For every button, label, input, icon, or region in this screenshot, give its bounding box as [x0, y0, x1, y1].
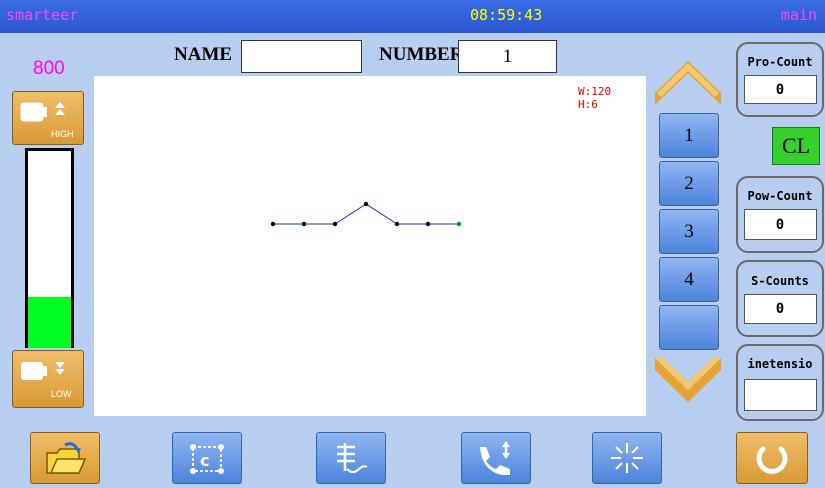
speed-up-icon: HIGH: [20, 102, 74, 139]
number-field[interactable]: 1: [458, 40, 557, 73]
stitch-point: [301, 221, 307, 227]
number-button-5[interactable]: [659, 305, 719, 350]
stitch-point: [363, 201, 369, 207]
tension-group: inetensio: [736, 344, 824, 421]
open-file-button[interactable]: [30, 432, 100, 484]
speed-gauge: [25, 148, 74, 348]
s-counts-title: S-Counts: [751, 274, 809, 288]
stitch-point: [425, 221, 431, 227]
speed-down-icon: LOW: [21, 362, 72, 399]
pro-count-title: Pro-Count: [747, 55, 813, 69]
sewing-icon: [480, 441, 510, 475]
svg-text:c: c: [200, 451, 209, 470]
pow-count-value: 0: [743, 209, 817, 240]
tension-value[interactable]: [743, 379, 817, 411]
speed-up-button[interactable]: HIGH: [12, 91, 84, 145]
pro-count-group: Pro-Count 0: [736, 42, 824, 117]
sewing-button[interactable]: [461, 432, 531, 484]
settings-icon: [611, 443, 643, 473]
scroll-down-icon[interactable]: [655, 352, 721, 418]
open-folder-icon: [46, 442, 87, 474]
stitch-point: [394, 221, 400, 227]
number-button-2[interactable]: 2: [659, 161, 719, 206]
thread-button[interactable]: [316, 432, 386, 484]
title-bar: smarteer 08:59:43 main: [0, 0, 825, 33]
number-button-1[interactable]: 1: [659, 113, 719, 158]
pro-count-value: 0: [743, 75, 817, 104]
power-button[interactable]: [736, 432, 808, 484]
speed-high-label: HIGH: [51, 129, 74, 139]
speed-low-label: LOW: [51, 389, 72, 399]
number-button-3[interactable]: 3: [659, 209, 719, 254]
scroll-up-icon[interactable]: [655, 53, 721, 111]
name-field[interactable]: [241, 40, 362, 73]
stitch-point: [270, 221, 276, 227]
number-label: NUMBER: [379, 44, 464, 65]
power-icon: [756, 446, 788, 474]
settings-button[interactable]: [592, 432, 662, 484]
pow-count-title: Pow-Count: [747, 189, 813, 203]
tension-title: inetensio: [747, 357, 813, 371]
name-label: NAME: [174, 44, 233, 65]
stitch-pattern: [270, 201, 462, 227]
number-button-4[interactable]: 4: [659, 257, 719, 302]
speed-level-fill: [28, 296, 71, 348]
thread-icon: [337, 443, 368, 473]
pow-count-group: Pow-Count 0: [736, 176, 824, 253]
stitch-point: [456, 221, 462, 227]
pattern-canvas[interactable]: W:120 H:6: [94, 76, 646, 416]
pattern-edit-button[interactable]: c: [172, 432, 242, 484]
stitch-point: [332, 221, 338, 227]
pattern-edit-icon: c: [190, 444, 224, 474]
screen-name: main: [780, 6, 817, 24]
clock: 08:59:43: [470, 6, 543, 24]
app-name: smarteer: [6, 6, 79, 24]
clear-count-button[interactable]: CL: [772, 127, 820, 165]
s-counts-group: S-Counts 0: [736, 260, 824, 337]
s-counts-value: 0: [743, 294, 817, 324]
speed-down-button[interactable]: LOW: [12, 350, 84, 408]
stitch-line: [273, 203, 459, 225]
speed-value: 800: [33, 58, 65, 79]
